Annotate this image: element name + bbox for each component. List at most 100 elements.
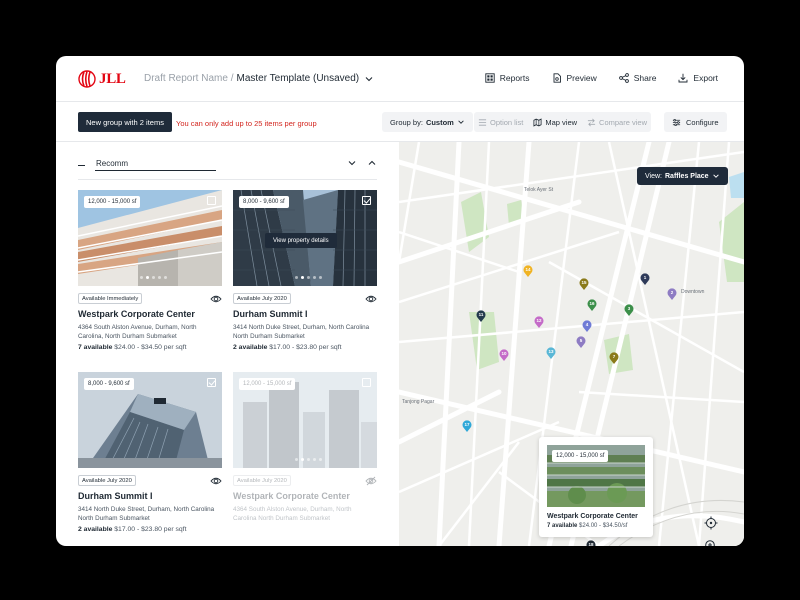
option-list-tab[interactable]: Option list — [478, 118, 523, 127]
group-by-label: Group by: — [390, 117, 423, 127]
eye-icon[interactable] — [210, 294, 222, 304]
map-pin-number: 18 — [588, 541, 594, 547]
map-icon — [533, 117, 542, 127]
map-property-popup[interactable]: 12,000 - 15,000 sf Westpark Corporate Ce… — [539, 437, 653, 537]
map-pin[interactable]: 7 — [609, 351, 619, 364]
carousel-dots[interactable] — [295, 458, 322, 461]
eye-off-icon[interactable] — [365, 476, 377, 486]
chevron-down-icon — [458, 120, 464, 124]
property-card[interactable]: 8,000 - 9,600 sf View property details A… — [233, 190, 377, 351]
property-card[interactable]: 12,000 - 15,000 sf Available Immediately… — [78, 190, 222, 351]
map-pin[interactable]: 13 — [546, 346, 556, 359]
price-range: $17.00 - $23.80 per sqft — [269, 344, 342, 351]
map-pin-number: 10 — [501, 350, 507, 356]
map-pin[interactable]: 3 — [624, 303, 634, 316]
chevron-down-icon[interactable] — [364, 74, 374, 84]
popup-photo[interactable]: 12,000 - 15,000 sf — [547, 445, 645, 507]
map-view-value: Raffles Place — [665, 172, 709, 180]
map-pin-number: 16 — [589, 300, 595, 306]
preview-icon — [553, 73, 561, 83]
new-group-button[interactable]: New group with 2 items — [78, 112, 172, 132]
share-label: Share — [633, 73, 657, 83]
property-photo[interactable]: 8,000 - 9,600 sf View property details — [233, 190, 377, 286]
reports-button[interactable]: Reports — [485, 73, 530, 83]
available-count: 2 available — [78, 526, 113, 533]
configure-label: Configure — [686, 117, 719, 127]
map-pin[interactable]: 1 — [640, 272, 650, 285]
map-pin[interactable]: 18 — [586, 539, 596, 546]
property-title[interactable]: Westpark Corporate Center — [78, 309, 222, 319]
app-window: JLL Draft Report Name / Master Template … — [56, 56, 744, 546]
map-view-tab[interactable]: Map view — [533, 118, 577, 127]
view-property-details-button[interactable]: View property details — [265, 233, 337, 248]
available-count: 7 available — [547, 523, 578, 529]
group-header — [78, 156, 377, 176]
zoom-in-icon — [705, 540, 715, 546]
option-list-label: Option list — [490, 117, 524, 127]
property-title[interactable]: Durham Summit I — [78, 491, 222, 501]
select-checkbox[interactable] — [362, 196, 371, 205]
availability-row: Available July 2020 — [78, 475, 222, 486]
group-by-dropdown[interactable]: Group by: Custom — [382, 112, 473, 132]
map-pin[interactable]: 5 — [576, 335, 586, 348]
size-tag: 12,000 - 15,000 sf — [84, 196, 141, 208]
reports-label: Reports — [499, 73, 530, 83]
map-panel[interactable]: Telok Ayer St Downtown Tanjong Pagar Vie… — [399, 142, 744, 546]
map-view-dropdown[interactable]: View: Raffles Place — [637, 167, 728, 185]
map-pin[interactable]: 15 — [579, 277, 589, 290]
eye-icon[interactable] — [365, 294, 377, 304]
map-pin-number: 1 — [643, 274, 647, 280]
map-pin[interactable]: 11 — [476, 309, 486, 322]
property-address: 3414 North Duke Street, Durham, North Ca… — [233, 324, 370, 340]
size-tag: 12,000 - 15,000 sf — [239, 378, 296, 390]
select-checkbox[interactable] — [207, 378, 216, 387]
property-title[interactable]: Westpark Corporate Center — [233, 491, 377, 501]
preview-button[interactable]: Preview — [552, 73, 597, 83]
chevron-down-icon[interactable] — [347, 158, 357, 168]
export-label: Export — [693, 73, 718, 83]
breadcrumb-draft[interactable]: Draft Report Name / — [144, 73, 233, 84]
map-pin-number: 2 — [670, 289, 674, 295]
collapse-group-icon[interactable] — [78, 165, 85, 166]
map-pin-number: 5 — [579, 337, 583, 343]
header-actions: Reports Preview Share Export — [485, 73, 718, 83]
report-title[interactable]: Master Template (Unsaved) — [236, 73, 359, 84]
property-card-hidden[interactable]: 12,000 - 15,000 sf Available July 2020 W… — [233, 372, 377, 523]
map-pin[interactable]: 4 — [582, 319, 592, 332]
group-divider — [78, 179, 377, 180]
share-button[interactable]: Share — [618, 73, 657, 83]
map-pin[interactable]: 14 — [523, 264, 533, 277]
select-checkbox[interactable] — [362, 378, 371, 387]
eye-icon[interactable] — [210, 476, 222, 486]
group-name-input[interactable] — [95, 157, 216, 171]
map-pin[interactable]: 2 — [667, 287, 677, 300]
jll-logo[interactable]: JLL — [78, 70, 126, 88]
map-pin[interactable]: 12 — [534, 315, 544, 328]
select-checkbox[interactable] — [207, 196, 216, 205]
compare-view-tab[interactable]: Compare view — [587, 118, 647, 127]
property-photo[interactable]: 8,000 - 9,600 sf — [78, 372, 222, 468]
chevron-down-icon — [712, 174, 719, 178]
map-pin[interactable]: 17 — [462, 419, 472, 432]
map-pin[interactable]: 10 — [499, 348, 509, 361]
zoom-in-button[interactable] — [704, 539, 718, 546]
street-label: Downtown — [681, 289, 705, 295]
carousel-dots[interactable] — [140, 276, 167, 279]
property-address: 3414 North Duke Street, Durham, North Ca… — [78, 506, 215, 522]
price-range: $24.00 - $34.50 per sqft — [114, 344, 187, 351]
property-photo[interactable]: 12,000 - 15,000 sf — [78, 190, 222, 286]
map-pin[interactable]: 16 — [587, 298, 597, 311]
configure-button[interactable]: Configure — [664, 112, 727, 132]
availability-badge: Available Immediately — [78, 293, 143, 304]
export-button[interactable]: Export — [678, 73, 718, 83]
size-tag: 12,000 - 15,000 sf — [552, 450, 609, 462]
popup-title[interactable]: Westpark Corporate Center — [547, 513, 645, 520]
map-pin-number: 3 — [627, 305, 631, 311]
property-title[interactable]: Durham Summit I — [233, 309, 377, 319]
group-by-value: Custom — [425, 117, 454, 127]
carousel-dots[interactable] — [295, 276, 322, 279]
recenter-button[interactable] — [704, 516, 718, 530]
property-photo[interactable]: 12,000 - 15,000 sf — [233, 372, 377, 468]
chevron-up-icon[interactable] — [367, 158, 377, 168]
property-card[interactable]: 8,000 - 9,600 sf Available July 2020 Dur… — [78, 372, 222, 533]
